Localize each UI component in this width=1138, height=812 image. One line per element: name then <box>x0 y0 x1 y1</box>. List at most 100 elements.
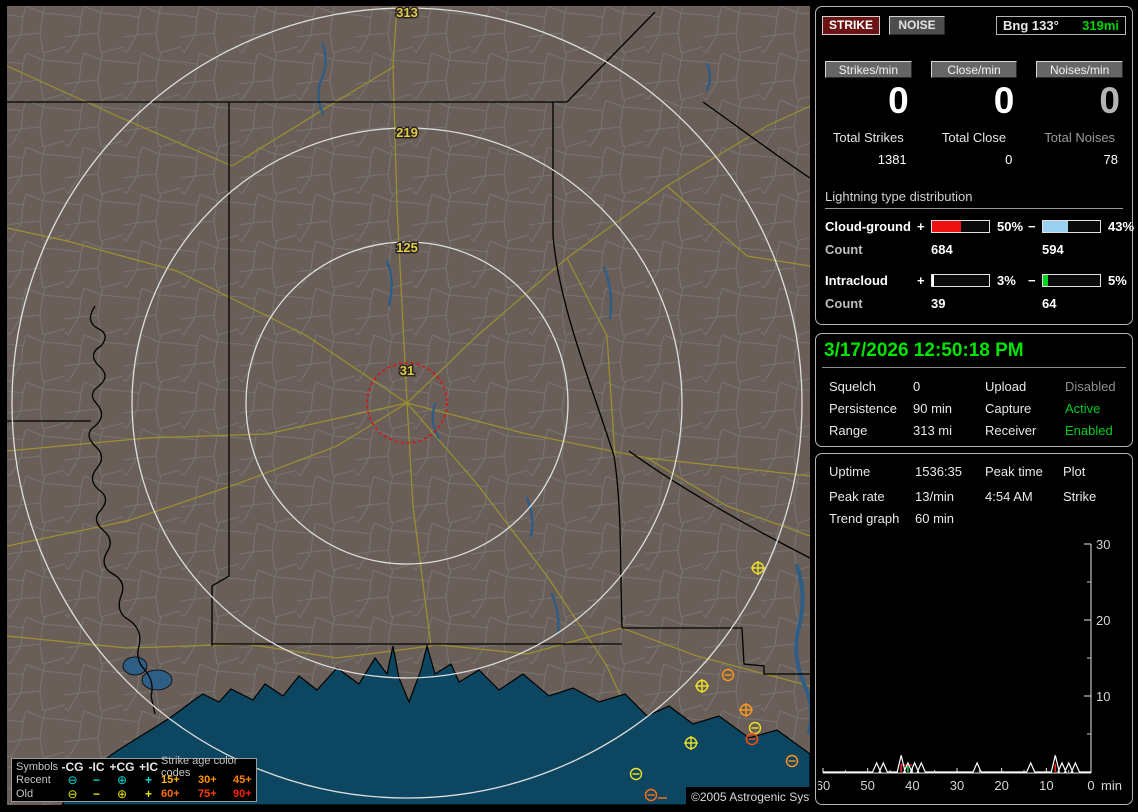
symbol-legend: Symbols -CG -IC +CG +IC Strike age color… <box>11 755 257 802</box>
total-noises-value: 78 <box>1103 152 1118 167</box>
ic-minus-pct: 5% <box>1108 273 1127 288</box>
ic-plus-count: 39 <box>931 296 946 311</box>
map-canvas[interactable]: 313 219 125 31 ©2005 Astrogenic Systems <box>6 4 835 806</box>
datetime-display: 3/17/2026 12:50:18 PM <box>822 339 1126 368</box>
svg-text:30: 30 <box>1096 540 1110 552</box>
intracloud-label: Intracloud <box>825 273 888 288</box>
plus-ic-old-icon: + <box>144 786 152 801</box>
bearing-readout: Bng 133° 319mi <box>996 16 1126 35</box>
cg-plus-pct: 50% <box>997 219 1024 234</box>
svg-text:10: 10 <box>1096 689 1110 704</box>
cg-plus-bar <box>931 220 990 233</box>
age-30: 30+ <box>198 774 217 787</box>
ring-label-31: 31 <box>400 363 414 378</box>
age-45: 45+ <box>233 774 252 787</box>
distribution-title: Lightning type distribution <box>825 189 1123 209</box>
close-per-min-button[interactable]: Close/min <box>930 61 1018 78</box>
copyright-text: ©2005 Astrogenic Systems <box>691 790 810 804</box>
copyright-bar: ©2005 Astrogenic Systems <box>686 787 835 806</box>
ic-count-label: Count <box>825 296 863 311</box>
bearing-label: Bng 133° <box>1003 18 1059 33</box>
trend-graph-label: Trend graph <box>829 511 900 526</box>
trend-x-unit: min <box>1101 778 1122 793</box>
cg-minus-pct: 43% <box>1108 219 1135 234</box>
svg-text:10: 10 <box>1039 778 1053 793</box>
strike-stats-panel: STRIKE NOISE Bng 133° 319mi Strikes/min … <box>815 6 1134 325</box>
svg-text:20: 20 <box>994 778 1008 793</box>
ring-label-219: 219 <box>396 125 418 140</box>
lightning-type-distribution: Lightning type distribution Cloud-ground… <box>822 189 1134 311</box>
noises-per-min-value: 0 <box>1099 80 1120 121</box>
strikes-per-min-button[interactable]: Strikes/min <box>825 61 912 78</box>
capture-status: Active <box>1065 401 1101 416</box>
total-strikes-value: 1381 <box>877 152 907 167</box>
minus-cg-recent-icon: ⊖ <box>67 773 78 788</box>
strike-tab-button[interactable]: STRIKE <box>822 16 880 35</box>
minus-sign: − <box>1028 273 1036 288</box>
receiver-status: Enabled <box>1065 423 1113 438</box>
total-noises-label: Total Noises <box>1044 130 1116 145</box>
plot-value: Strike <box>1063 489 1097 504</box>
strikes-per-min-value: 0 <box>888 80 909 121</box>
svg-text:0: 0 <box>1087 778 1094 793</box>
stormtracker-app: { "map": { "copyright": "©2005 Astrogeni… <box>0 0 1138 812</box>
legend-col-ncg: -CG <box>61 759 84 774</box>
range-label: Range <box>829 423 868 438</box>
bearing-distance: 319mi <box>1082 18 1119 33</box>
map-area[interactable]: 313 219 125 31 ©2005 Astrogenic Systems <box>6 4 835 806</box>
age-75: 75+ <box>198 787 217 800</box>
receiver-label: Receiver <box>985 423 1037 438</box>
close-per-min-value: 0 <box>993 80 1015 121</box>
status-panel: 3/17/2026 12:50:18 PM Squelch 0 Upload D… <box>815 333 1133 447</box>
squelch-label: Squelch <box>829 379 876 394</box>
peak-time-value: 4:54 AM <box>985 489 1033 504</box>
persistence-label: Persistence <box>829 401 897 416</box>
ic-plus-pct: 3% <box>997 273 1016 288</box>
total-close-label: Total Close <box>941 130 1007 145</box>
peak-rate-value: 13/min <box>915 489 955 504</box>
total-strikes-label: Total Strikes <box>832 130 904 145</box>
plus-sign: + <box>917 273 925 288</box>
cg-minus-count: 594 <box>1042 242 1064 257</box>
legend-col-pcg: +CG <box>109 759 135 774</box>
upload-label: Upload <box>985 379 1027 394</box>
ic-minus-count: 64 <box>1042 296 1057 311</box>
age-90: 90+ <box>233 787 252 800</box>
capture-label: Capture <box>985 401 1032 416</box>
upload-status: Disabled <box>1065 379 1116 394</box>
minus-cg-old-icon: ⊖ <box>67 786 78 801</box>
peak-time-label: Peak time <box>985 464 1043 479</box>
legend-col-pic: +IC <box>138 759 158 774</box>
trend-panel: Uptime 1536:35 Peak time Plot Peak rate … <box>815 453 1133 805</box>
minus-ic-recent-icon: − <box>92 773 100 788</box>
cg-count-label: Count <box>825 242 863 257</box>
legend-row-recent-label: Recent <box>16 774 51 787</box>
cg-plus-count: 684 <box>931 242 953 257</box>
squelch-value: 0 <box>913 379 921 394</box>
trend-graph-value: 60 min <box>915 511 955 526</box>
trend-graph: 60 50 40 30 20 10 0 min 10 20 30 <box>818 540 1122 793</box>
minus-sign: − <box>1028 219 1036 234</box>
ring-label-313: 313 <box>396 6 418 20</box>
plus-sign: + <box>917 219 925 234</box>
plus-ic-recent-icon: + <box>144 773 152 788</box>
svg-text:30: 30 <box>950 778 964 793</box>
minus-ic-old-icon: − <box>92 786 100 801</box>
legend-col-nic: -IC <box>88 759 105 774</box>
uptime-value: 1536:35 <box>915 464 962 479</box>
age-60: 60+ <box>161 787 180 800</box>
age-15: 15+ <box>161 774 180 787</box>
svg-text:20: 20 <box>1096 613 1110 628</box>
legend-row-old-label: Old <box>16 787 34 800</box>
legend-symbols-header: Symbols <box>16 760 59 773</box>
cloud-ground-label: Cloud-ground <box>825 219 911 234</box>
ic-minus-bar <box>1042 274 1101 287</box>
ring-label-125: 125 <box>396 240 418 255</box>
persistence-value: 90 min <box>913 401 953 416</box>
noises-per-min-button[interactable]: Noises/min <box>1036 61 1123 78</box>
svg-text:60: 60 <box>818 778 830 793</box>
noise-tab-button[interactable]: NOISE <box>889 16 945 35</box>
total-close-value: 0 <box>1005 152 1013 167</box>
plus-cg-old-icon: ⊕ <box>116 786 128 801</box>
cg-minus-bar <box>1042 220 1101 233</box>
